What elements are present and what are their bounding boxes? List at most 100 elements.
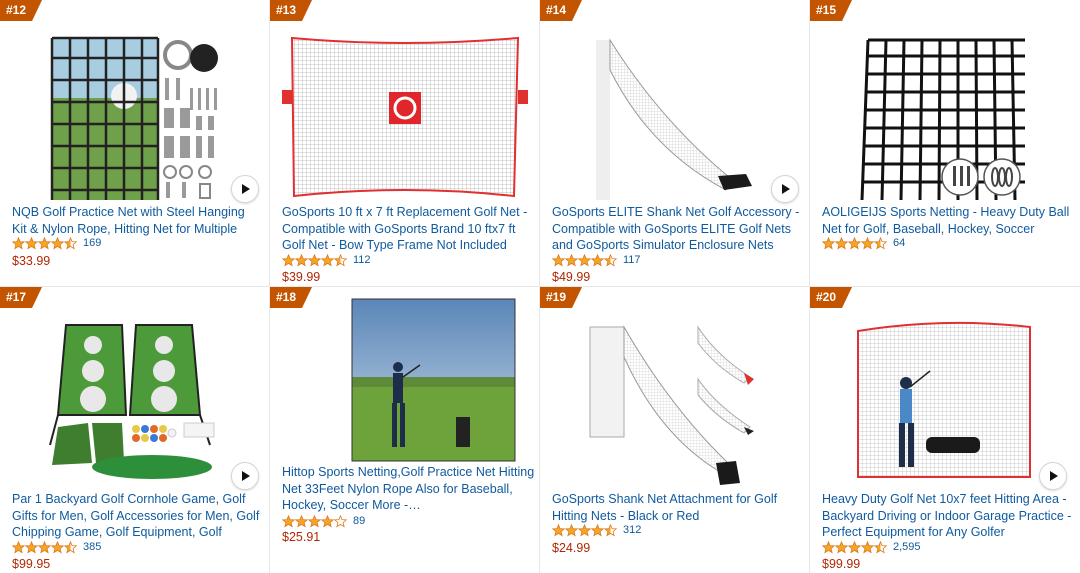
product-image[interactable] — [0, 0, 269, 205]
star-icon — [835, 540, 848, 553]
review-count[interactable]: 117 — [623, 254, 641, 266]
star-icon — [604, 253, 617, 266]
star-rating — [552, 523, 617, 537]
product-image[interactable] — [0, 287, 269, 487]
price: $25.91 — [282, 530, 321, 544]
star-rating — [282, 253, 347, 267]
star-icon — [822, 236, 835, 249]
product-image[interactable] — [270, 287, 539, 487]
star-icon — [874, 540, 887, 553]
star-icon — [822, 540, 835, 553]
star-rating — [552, 253, 617, 267]
star-icon — [282, 253, 295, 266]
rating[interactable]: 112 — [282, 253, 371, 267]
product-title-link[interactable]: GoSports ELITE Shank Net Golf Accessory … — [552, 204, 802, 255]
rating[interactable]: 385 — [12, 540, 101, 554]
star-icon — [12, 540, 25, 553]
review-count[interactable]: 64 — [893, 237, 905, 249]
rating[interactable]: 2,595 — [822, 540, 921, 554]
product-title-link[interactable]: GoSports Shank Net Attachment for Golf H… — [552, 491, 802, 525]
star-rating — [282, 514, 347, 528]
star-icon — [565, 523, 578, 536]
review-count[interactable]: 385 — [83, 541, 101, 553]
best-sellers-grid: #12 NQB Golf Practice Net with Steel Han… — [0, 0, 1080, 573]
star-rating — [822, 236, 887, 250]
star-icon — [12, 236, 25, 249]
product-title-link[interactable]: NQB Golf Practice Net with Steel Hanging… — [12, 204, 262, 238]
review-count[interactable]: 112 — [353, 254, 371, 266]
play-icon — [242, 184, 250, 194]
product-card[interactable]: #19 GoSports Shank Net Attachment for Go… — [540, 287, 809, 573]
product-title-link[interactable]: GoSports 10 ft x 7 ft Replacement Golf N… — [282, 204, 532, 255]
product-title-link[interactable]: Hittop Sports Netting,Golf Practice Net … — [282, 464, 537, 515]
star-rating — [822, 540, 887, 554]
star-icon — [334, 514, 347, 527]
star-icon — [38, 236, 51, 249]
star-icon — [51, 236, 64, 249]
star-icon — [334, 253, 347, 266]
price: $99.99 — [822, 557, 861, 571]
star-icon — [591, 253, 604, 266]
star-icon — [38, 540, 51, 553]
product-image[interactable] — [270, 0, 539, 205]
product-card[interactable]: #18 Hittop Sports Netting,Golf Practice … — [270, 287, 539, 573]
product-card[interactable]: #12 NQB Golf Practice Net with Steel Han… — [0, 0, 269, 286]
rating[interactable]: 312 — [552, 523, 641, 537]
rating[interactable]: 117 — [552, 253, 641, 267]
star-icon — [591, 523, 604, 536]
star-icon — [64, 540, 77, 553]
star-icon — [578, 523, 591, 536]
play-icon — [782, 184, 790, 194]
product-title-link[interactable]: AOLIGEIJS Sports Netting - Heavy Duty Ba… — [822, 204, 1072, 238]
star-icon — [874, 236, 887, 249]
star-icon — [51, 540, 64, 553]
star-icon — [578, 253, 591, 266]
product-title-link[interactable]: Heavy Duty Golf Net 10x7 feet Hitting Ar… — [822, 491, 1072, 542]
play-video-button[interactable] — [231, 462, 259, 490]
play-video-button[interactable] — [231, 175, 259, 203]
product-image[interactable] — [810, 0, 1080, 205]
product-card[interactable]: #13 GoSports 10 ft x 7 ft Replacement Go… — [270, 0, 539, 286]
product-image[interactable] — [540, 0, 809, 205]
price: $33.99 — [12, 254, 51, 268]
star-icon — [861, 236, 874, 249]
star-icon — [552, 523, 565, 536]
product-image[interactable] — [810, 287, 1080, 487]
star-icon — [64, 236, 77, 249]
star-icon — [565, 253, 578, 266]
rating[interactable]: 169 — [12, 236, 101, 250]
play-video-button[interactable] — [771, 175, 799, 203]
review-count[interactable]: 169 — [83, 237, 101, 249]
price: $49.99 — [552, 270, 591, 284]
star-icon — [861, 540, 874, 553]
review-count[interactable]: 2,595 — [893, 541, 921, 553]
star-icon — [552, 253, 565, 266]
review-count[interactable]: 89 — [353, 515, 365, 527]
product-card[interactable]: #14 GoSports ELITE Shank Net Golf Access… — [540, 0, 809, 286]
rating[interactable]: 64 — [822, 236, 905, 250]
rating[interactable]: 89 — [282, 514, 365, 528]
star-icon — [25, 236, 38, 249]
star-icon — [321, 253, 334, 266]
price: $39.99 — [282, 270, 321, 284]
product-title-link[interactable]: Par 1 Backyard Golf Cornhole Game, Golf … — [12, 491, 262, 542]
star-icon — [25, 540, 38, 553]
price: $24.99 — [552, 541, 591, 555]
product-card[interactable]: #17 Par 1 Backyard Golf Cornhole Game, G… — [0, 287, 269, 573]
star-icon — [835, 236, 848, 249]
star-icon — [295, 514, 308, 527]
star-icon — [848, 236, 861, 249]
star-icon — [604, 523, 617, 536]
star-icon — [308, 253, 321, 266]
star-icon — [295, 253, 308, 266]
star-icon — [282, 514, 295, 527]
star-rating — [12, 540, 77, 554]
product-card[interactable]: #15 AOLIGEIJS Sports Netting - Heavy Dut… — [810, 0, 1080, 286]
play-icon — [242, 471, 250, 481]
product-image[interactable] — [540, 287, 809, 487]
play-video-button[interactable] — [1039, 462, 1067, 490]
review-count[interactable]: 312 — [623, 524, 641, 536]
star-icon — [308, 514, 321, 527]
play-icon — [1050, 471, 1058, 481]
product-card[interactable]: #20 Heavy Duty Golf Net 10x7 feet Hittin… — [810, 287, 1080, 573]
